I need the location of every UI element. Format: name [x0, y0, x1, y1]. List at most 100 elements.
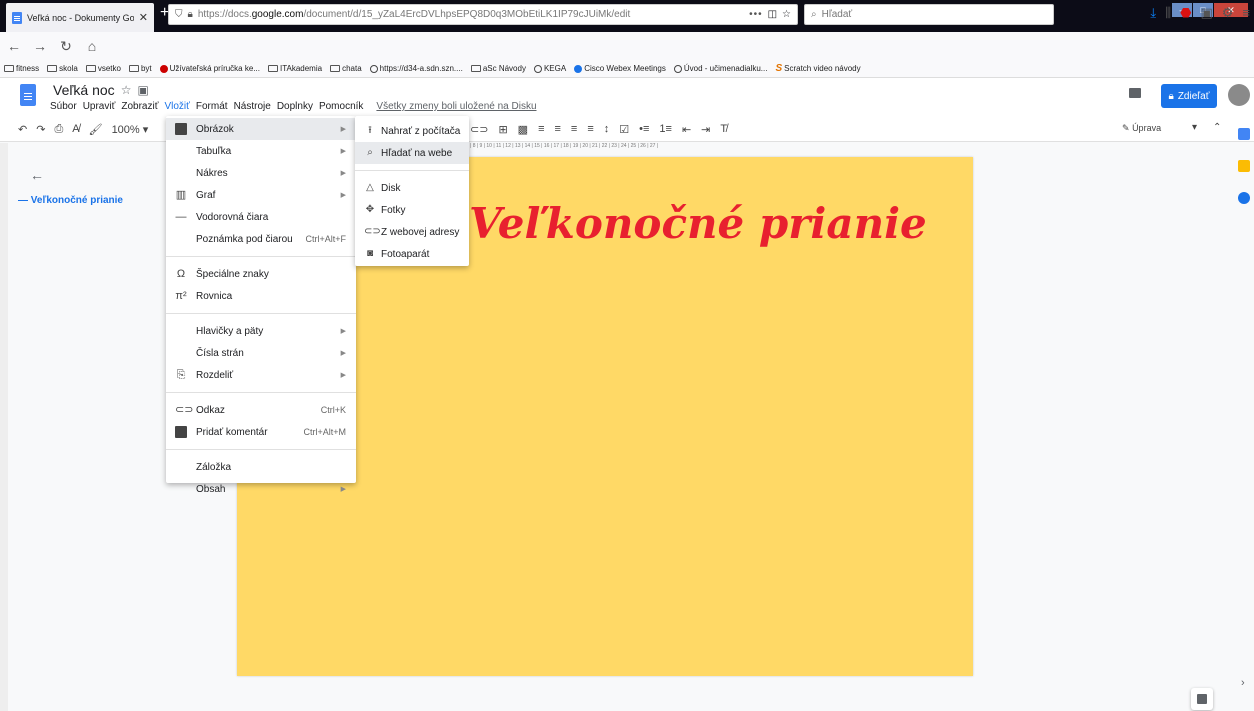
- docs-logo-icon[interactable]: [20, 84, 36, 106]
- bookmark-item[interactable]: chata: [330, 64, 362, 73]
- bookmark-item[interactable]: https://d34-a.sdn.szn....: [369, 64, 463, 73]
- bookmark-star-icon[interactable]: ☆: [782, 9, 791, 20]
- menu-tools[interactable]: Nástroje: [231, 100, 274, 113]
- menu-view[interactable]: Zobraziť: [118, 100, 161, 113]
- bookmark-item[interactable]: ITAkademia: [267, 64, 322, 73]
- bookmark-item[interactable]: fitness: [4, 64, 39, 73]
- menu-insert[interactable]: Vložiť: [161, 100, 192, 113]
- clear-formatting-icon[interactable]: T̸: [720, 123, 727, 136]
- page-actions-icon[interactable]: •••: [749, 9, 763, 20]
- search-bar[interactable]: ⌕ Hľadať: [804, 4, 1054, 25]
- browser-tab[interactable]: Veľká noc - Dokumenty Google ✕: [6, 3, 154, 32]
- line-spacing-icon[interactable]: ↕: [604, 123, 610, 136]
- menu-item-drawing[interactable]: Nákres ▶: [166, 162, 356, 184]
- bookmark-item[interactable]: vsetko: [85, 64, 121, 73]
- avatar[interactable]: [1228, 84, 1250, 106]
- submenu-item-drive[interactable]: △ Disk: [355, 177, 469, 199]
- spellcheck-icon[interactable]: A̸: [72, 123, 79, 136]
- add-comment-icon[interactable]: ⊞: [498, 123, 507, 136]
- hide-menus-icon[interactable]: ⌃: [1213, 122, 1221, 133]
- submenu-item-url[interactable]: ⊂⊃ Z webovej adresy: [355, 221, 469, 243]
- tasks-icon[interactable]: [1238, 192, 1250, 204]
- menu-item-table[interactable]: Tabuľka ▶: [166, 140, 356, 162]
- align-right-icon[interactable]: ≡: [571, 123, 577, 136]
- menu-item-chart[interactable]: ▥ Graf ▶: [166, 184, 356, 206]
- menu-item-image[interactable]: Obrázok ▶: [166, 118, 356, 140]
- library-icon[interactable]: ⫼: [1165, 5, 1171, 21]
- bookmark-item[interactable]: aSc Návody: [470, 64, 526, 73]
- menu-icon[interactable]: ≡: [1242, 5, 1250, 21]
- align-center-icon[interactable]: ≡: [554, 123, 560, 136]
- submenu-item-upload[interactable]: ⭱ Nahrať z počítača: [355, 120, 469, 142]
- menu-item-break[interactable]: ⎘ Rozdeliť ▶: [166, 364, 356, 386]
- align-left-icon[interactable]: ≡: [538, 123, 544, 136]
- move-folder-icon[interactable]: ▣: [137, 83, 148, 97]
- menu-help[interactable]: Pomocník: [316, 100, 366, 113]
- submenu-item-search-web[interactable]: ⌕ Hľadať na webe: [355, 142, 469, 164]
- save-status-link[interactable]: Všetky zmeny boli uložené na Disku: [366, 100, 546, 113]
- print-icon[interactable]: ⎙: [54, 123, 63, 136]
- forward-icon[interactable]: →: [32, 38, 48, 54]
- increase-indent-icon[interactable]: ⇥: [701, 123, 710, 136]
- bookmark-item[interactable]: Úvod - učimenadialku...: [673, 64, 767, 73]
- menu-item-bookmark[interactable]: Záložka: [166, 456, 356, 478]
- horizontal-ruler[interactable]: | 8 | 9 | 10 | 11 | 12 | 13 | 14 | 15 | …: [470, 143, 980, 153]
- zoom-select[interactable]: 100% ▾: [112, 123, 149, 136]
- checklist-icon[interactable]: ☑: [619, 123, 629, 136]
- bookmark-item[interactable]: KEGA: [533, 64, 566, 73]
- share-button[interactable]: 🔒︎ Zdieľať: [1161, 84, 1217, 108]
- undo-icon[interactable]: ↶: [18, 123, 27, 136]
- reload-icon[interactable]: ↻: [58, 38, 74, 55]
- insert-image-icon[interactable]: ▩: [518, 123, 528, 136]
- menu-item-link[interactable]: ⊂⊃ Odkaz Ctrl+K: [166, 399, 356, 421]
- vertical-ruler[interactable]: [0, 143, 8, 711]
- bookmark-item[interactable]: Cisco Webex Meetings: [574, 64, 666, 73]
- submenu-item-photos[interactable]: ✥ Fotky: [355, 199, 469, 221]
- bookmark-item[interactable]: S Scratch video návody: [775, 63, 860, 74]
- numbered-list-icon[interactable]: 1≡: [659, 123, 672, 136]
- url-bar[interactable]: ⛉ 🔒︎ https://docs.google.com/document/d/…: [168, 4, 798, 25]
- reader-icon[interactable]: ▣: [1200, 5, 1212, 21]
- paint-format-icon[interactable]: 🖌︎: [89, 123, 103, 136]
- menu-item-page-numbers[interactable]: Čísla strán ▶: [166, 342, 356, 364]
- menu-item-horizontal-line[interactable]: — Vodorovná čiara: [166, 206, 356, 228]
- menu-format[interactable]: Formát: [193, 100, 231, 113]
- comments-icon[interactable]: [1129, 88, 1141, 98]
- menu-addons[interactable]: Doplnky: [274, 100, 316, 113]
- link-icon[interactable]: ⊂⊃: [470, 123, 488, 136]
- bookmark-item[interactable]: byt: [128, 64, 152, 73]
- chevron-down-icon[interactable]: ▾: [1192, 122, 1197, 133]
- submenu-item-camera[interactable]: ◙ Fotoaparát: [355, 243, 469, 265]
- explore-button[interactable]: [1191, 688, 1213, 710]
- home-icon[interactable]: ⌂: [84, 38, 100, 54]
- outline-heading-item[interactable]: — Veľkonočné prianie: [18, 195, 123, 206]
- menu-item-footnote[interactable]: Poznámka pod čiarou Ctrl+Alt+F: [166, 228, 356, 250]
- close-outline-icon[interactable]: ←: [30, 167, 44, 183]
- pocket-icon[interactable]: ◫: [768, 9, 777, 20]
- chevron-right-icon[interactable]: ›: [1241, 677, 1245, 689]
- star-icon[interactable]: ☆: [121, 83, 132, 97]
- menu-item-special-characters[interactable]: Ω Špeciálne znaky: [166, 263, 356, 285]
- document-title-text[interactable]: Veľká noc: [53, 82, 115, 98]
- menu-item-equation[interactable]: π² Rovnica: [166, 285, 356, 307]
- extension-icon[interactable]: ⚙: [1222, 5, 1234, 21]
- download-icon[interactable]: ⤓: [1150, 5, 1156, 21]
- menu-edit[interactable]: Upraviť: [80, 100, 119, 113]
- search-input[interactable]: Hľadať: [822, 9, 853, 20]
- back-icon[interactable]: ←: [6, 38, 22, 54]
- close-tab-icon[interactable]: ✕: [139, 11, 148, 24]
- menu-file[interactable]: Súbor: [47, 100, 80, 113]
- bookmark-item[interactable]: skola: [47, 64, 78, 73]
- menu-item-add-comment[interactable]: Pridať komentár Ctrl+Alt+M: [166, 421, 356, 443]
- menu-item-table-of-contents[interactable]: Obsah ▶: [166, 478, 356, 500]
- editing-mode-select[interactable]: ✎ Úprava: [1122, 123, 1161, 134]
- decrease-indent-icon[interactable]: ⇤: [682, 123, 691, 136]
- justify-icon[interactable]: ≡: [587, 123, 593, 136]
- redo-icon[interactable]: ↷: [36, 123, 45, 136]
- calendar-icon[interactable]: [1238, 128, 1250, 140]
- menu-item-headers-footers[interactable]: Hlavičky a päty ▶: [166, 320, 356, 342]
- bulleted-list-icon[interactable]: •≡: [639, 123, 649, 136]
- keep-icon[interactable]: [1238, 160, 1250, 172]
- bookmark-item[interactable]: Užívateľská príručka ke...: [159, 64, 260, 73]
- adblock-icon[interactable]: ⬣: [1180, 5, 1191, 21]
